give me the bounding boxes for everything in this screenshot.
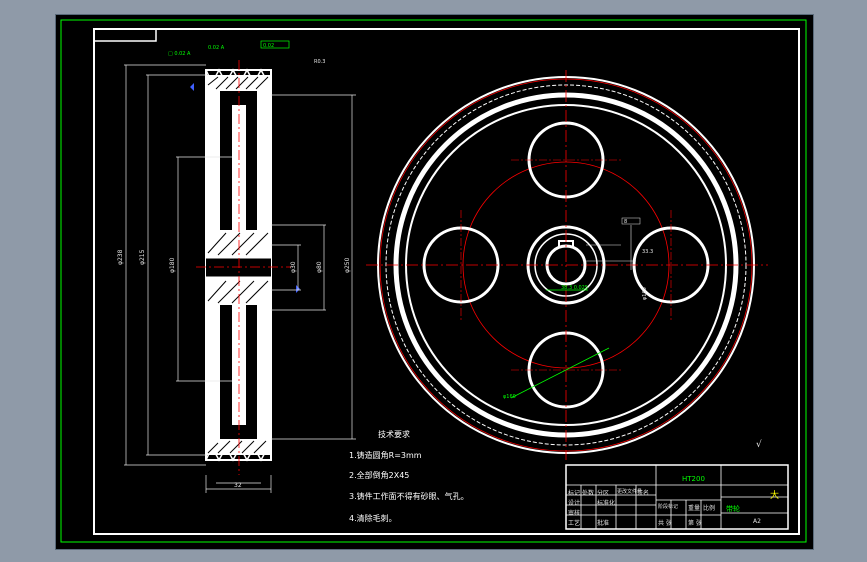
dim-pcd: φ160 — [642, 287, 648, 300]
tb-cell-9: 重量 — [688, 505, 701, 512]
tb-cell-8: 阶段标记 — [658, 504, 679, 510]
tech-req-item-1: 1.铸造圆角R=3mm — [349, 451, 422, 460]
roughness-note-top: R0.3 — [314, 59, 325, 65]
tol-note-a: □ 0.02 A — [168, 51, 191, 57]
dim-spoke-leader: φ160 — [503, 394, 516, 400]
tb-cell-13: 批准 — [597, 520, 610, 527]
tb-cell-14: 共 张 — [658, 520, 672, 527]
section-view — [190, 60, 300, 475]
dim-overall-dia: φ238 — [117, 249, 124, 265]
tb-cell-1: 标记 — [568, 490, 581, 497]
top-tolerance-notes: □ 0.02 A 0.02 A 0.02 R0.3 — [168, 40, 325, 65]
title-part-name: 大 — [770, 491, 780, 501]
tol-note-b: 0.02 A — [208, 45, 225, 51]
front-view — [366, 70, 768, 460]
dim-width: 32 — [234, 482, 242, 489]
tb-cell-6: 设计 — [568, 500, 581, 507]
dim-key-depth: 33.3 — [642, 249, 653, 255]
dim-key-width: 8 — [624, 219, 627, 225]
dim-dia-5: φ80 — [316, 261, 323, 273]
tb-cell-10: 比例 — [703, 505, 716, 512]
tol-note-c: 0.02 — [263, 43, 274, 49]
tb-cell-15: 第 张 — [688, 520, 702, 527]
front-dim-labels: 8 33.3 38.3 0.025 φ160 φ160 — [503, 217, 653, 400]
dim-bore-dia: φ30 — [290, 261, 297, 273]
tech-req-item-4: 4.清除毛刺。 — [349, 514, 397, 523]
cad-drawing-viewport[interactable]: φ238 φ215 φ180 φ30 φ80 φ250 32 □ 0.02 A … — [55, 14, 814, 550]
title-material: HT200 — [682, 475, 705, 483]
title-part-name-2: 带轮 — [726, 505, 740, 513]
dim-bore-tolerance: 38.3 0.025 — [561, 285, 588, 291]
tb-cell-3: 分区 — [597, 490, 610, 497]
dim-dia-2: φ215 — [139, 249, 146, 265]
tb-cell-12: 工艺 — [568, 520, 581, 527]
tech-req-title: 技术要求 — [378, 430, 410, 439]
tech-req-item-3: 3.铸件工作面不得有砂眼、气孔。 — [349, 492, 469, 501]
tb-cell-2: 处数 — [582, 490, 595, 497]
code-box — [93, 28, 157, 42]
tb-cell-11: 审核 — [568, 510, 581, 517]
dim-hub-dia: φ180 — [169, 257, 176, 273]
dim-outer-dia: φ250 — [344, 257, 351, 273]
tech-req-item-2: 2.全部倒角2X45 — [349, 471, 410, 480]
drawing-frame — [93, 28, 800, 535]
tb-cell-7: 标准化 — [597, 500, 616, 507]
sheet-border-outer — [60, 19, 807, 543]
tb-cell-5: 签名 — [637, 490, 650, 497]
pulley-drawing: φ238 φ215 φ180 φ30 φ80 φ250 32 □ 0.02 A … — [60, 19, 807, 543]
title-sheet-size: A2 — [753, 518, 761, 525]
general-roughness-symbol: √ — [756, 439, 762, 450]
